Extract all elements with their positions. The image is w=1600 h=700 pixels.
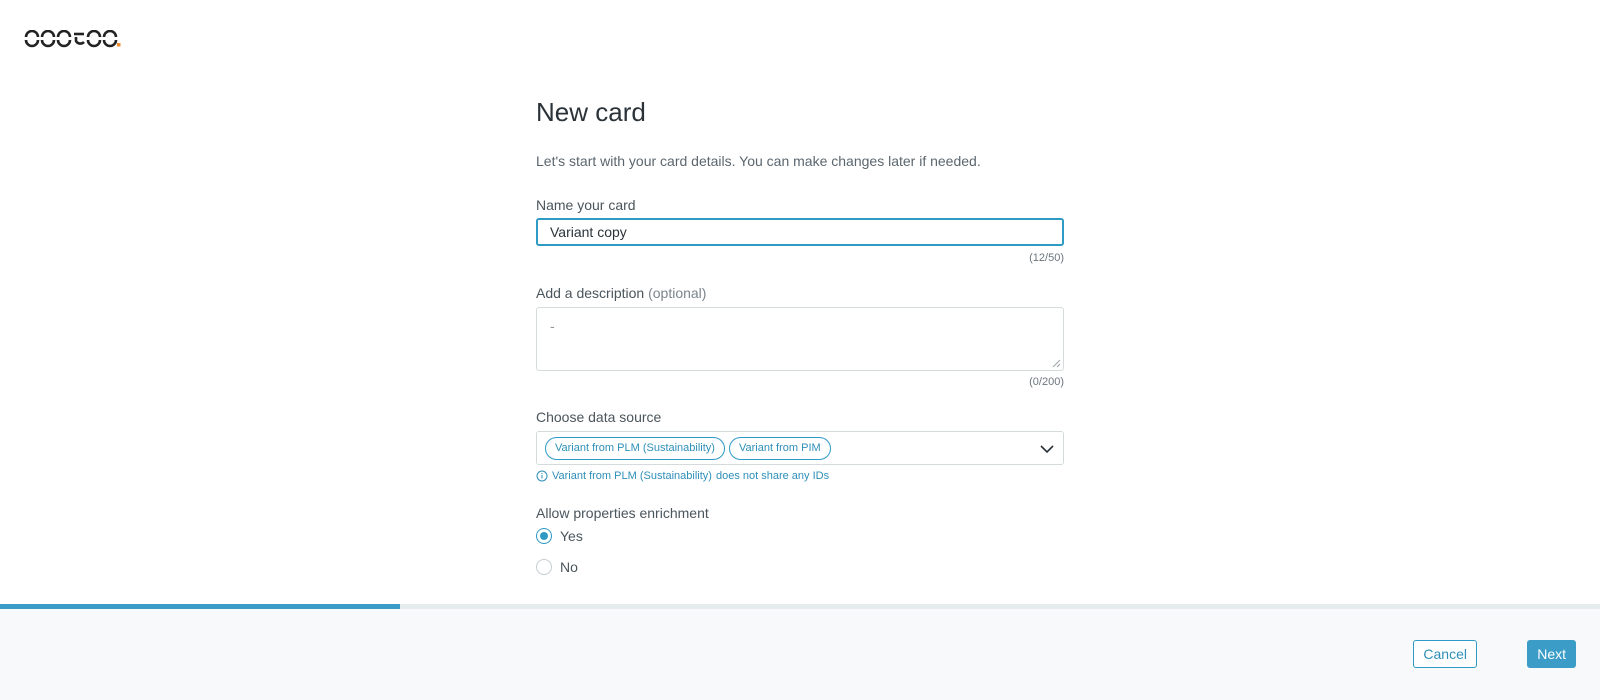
resize-grip-icon[interactable] — [1051, 358, 1061, 368]
data-source-label: Choose data source — [536, 409, 662, 425]
name-char-counter: (12/50) — [1029, 252, 1064, 264]
logo-icon — [24, 30, 121, 48]
data-source-chip[interactable]: Variant from PIM — [728, 436, 831, 460]
enrichment-label: Allow properties enrichment — [536, 505, 709, 521]
optional-hint: (optional) — [648, 285, 707, 301]
page: New card Let's start with your card deta… — [0, 0, 1600, 700]
data-source-select[interactable]: Variant from PLM (Sustainability) Varian… — [536, 431, 1064, 465]
enrichment-option-no[interactable]: No — [536, 559, 578, 575]
notice-text: does not share any IDs — [715, 470, 830, 482]
wizard-footer: Cancel Next — [0, 604, 1600, 700]
card-name-input[interactable] — [536, 218, 1064, 246]
notice-source-name: Variant from PLM (Sustainability) — [552, 470, 712, 482]
description-textarea[interactable] — [536, 307, 1064, 371]
progress-bar — [0, 604, 1600, 609]
enrichment-option-yes[interactable]: Yes — [536, 528, 583, 544]
radio-label-yes: Yes — [560, 528, 583, 544]
next-button[interactable]: Next — [1527, 640, 1576, 668]
data-source-notice: Variant from PLM (Sustainability) does n… — [536, 470, 829, 482]
info-icon — [536, 470, 548, 482]
page-title: New card — [536, 97, 646, 127]
progress-bar-fill — [0, 604, 400, 609]
radio-button-checked[interactable] — [536, 528, 552, 544]
description-label-text: Add a description — [536, 285, 645, 301]
logo-dot — [117, 43, 121, 47]
cancel-button[interactable]: Cancel — [1413, 640, 1477, 668]
data-source-chip[interactable]: Variant from PLM (Sustainability) — [545, 436, 725, 460]
new-card-form: New card Let's start with your card deta… — [536, 92, 1064, 575]
chevron-down-icon[interactable] — [1039, 441, 1055, 457]
page-subtitle: Let's start with your card details. You … — [536, 153, 981, 169]
description-field-label: Add a description (optional) — [536, 284, 706, 302]
radio-button-unchecked[interactable] — [536, 559, 552, 575]
description-char-counter: (0/200) — [1029, 376, 1064, 388]
brand-logo — [24, 30, 122, 48]
name-field-label: Name your card — [536, 197, 636, 213]
radio-label-no: No — [560, 559, 578, 575]
